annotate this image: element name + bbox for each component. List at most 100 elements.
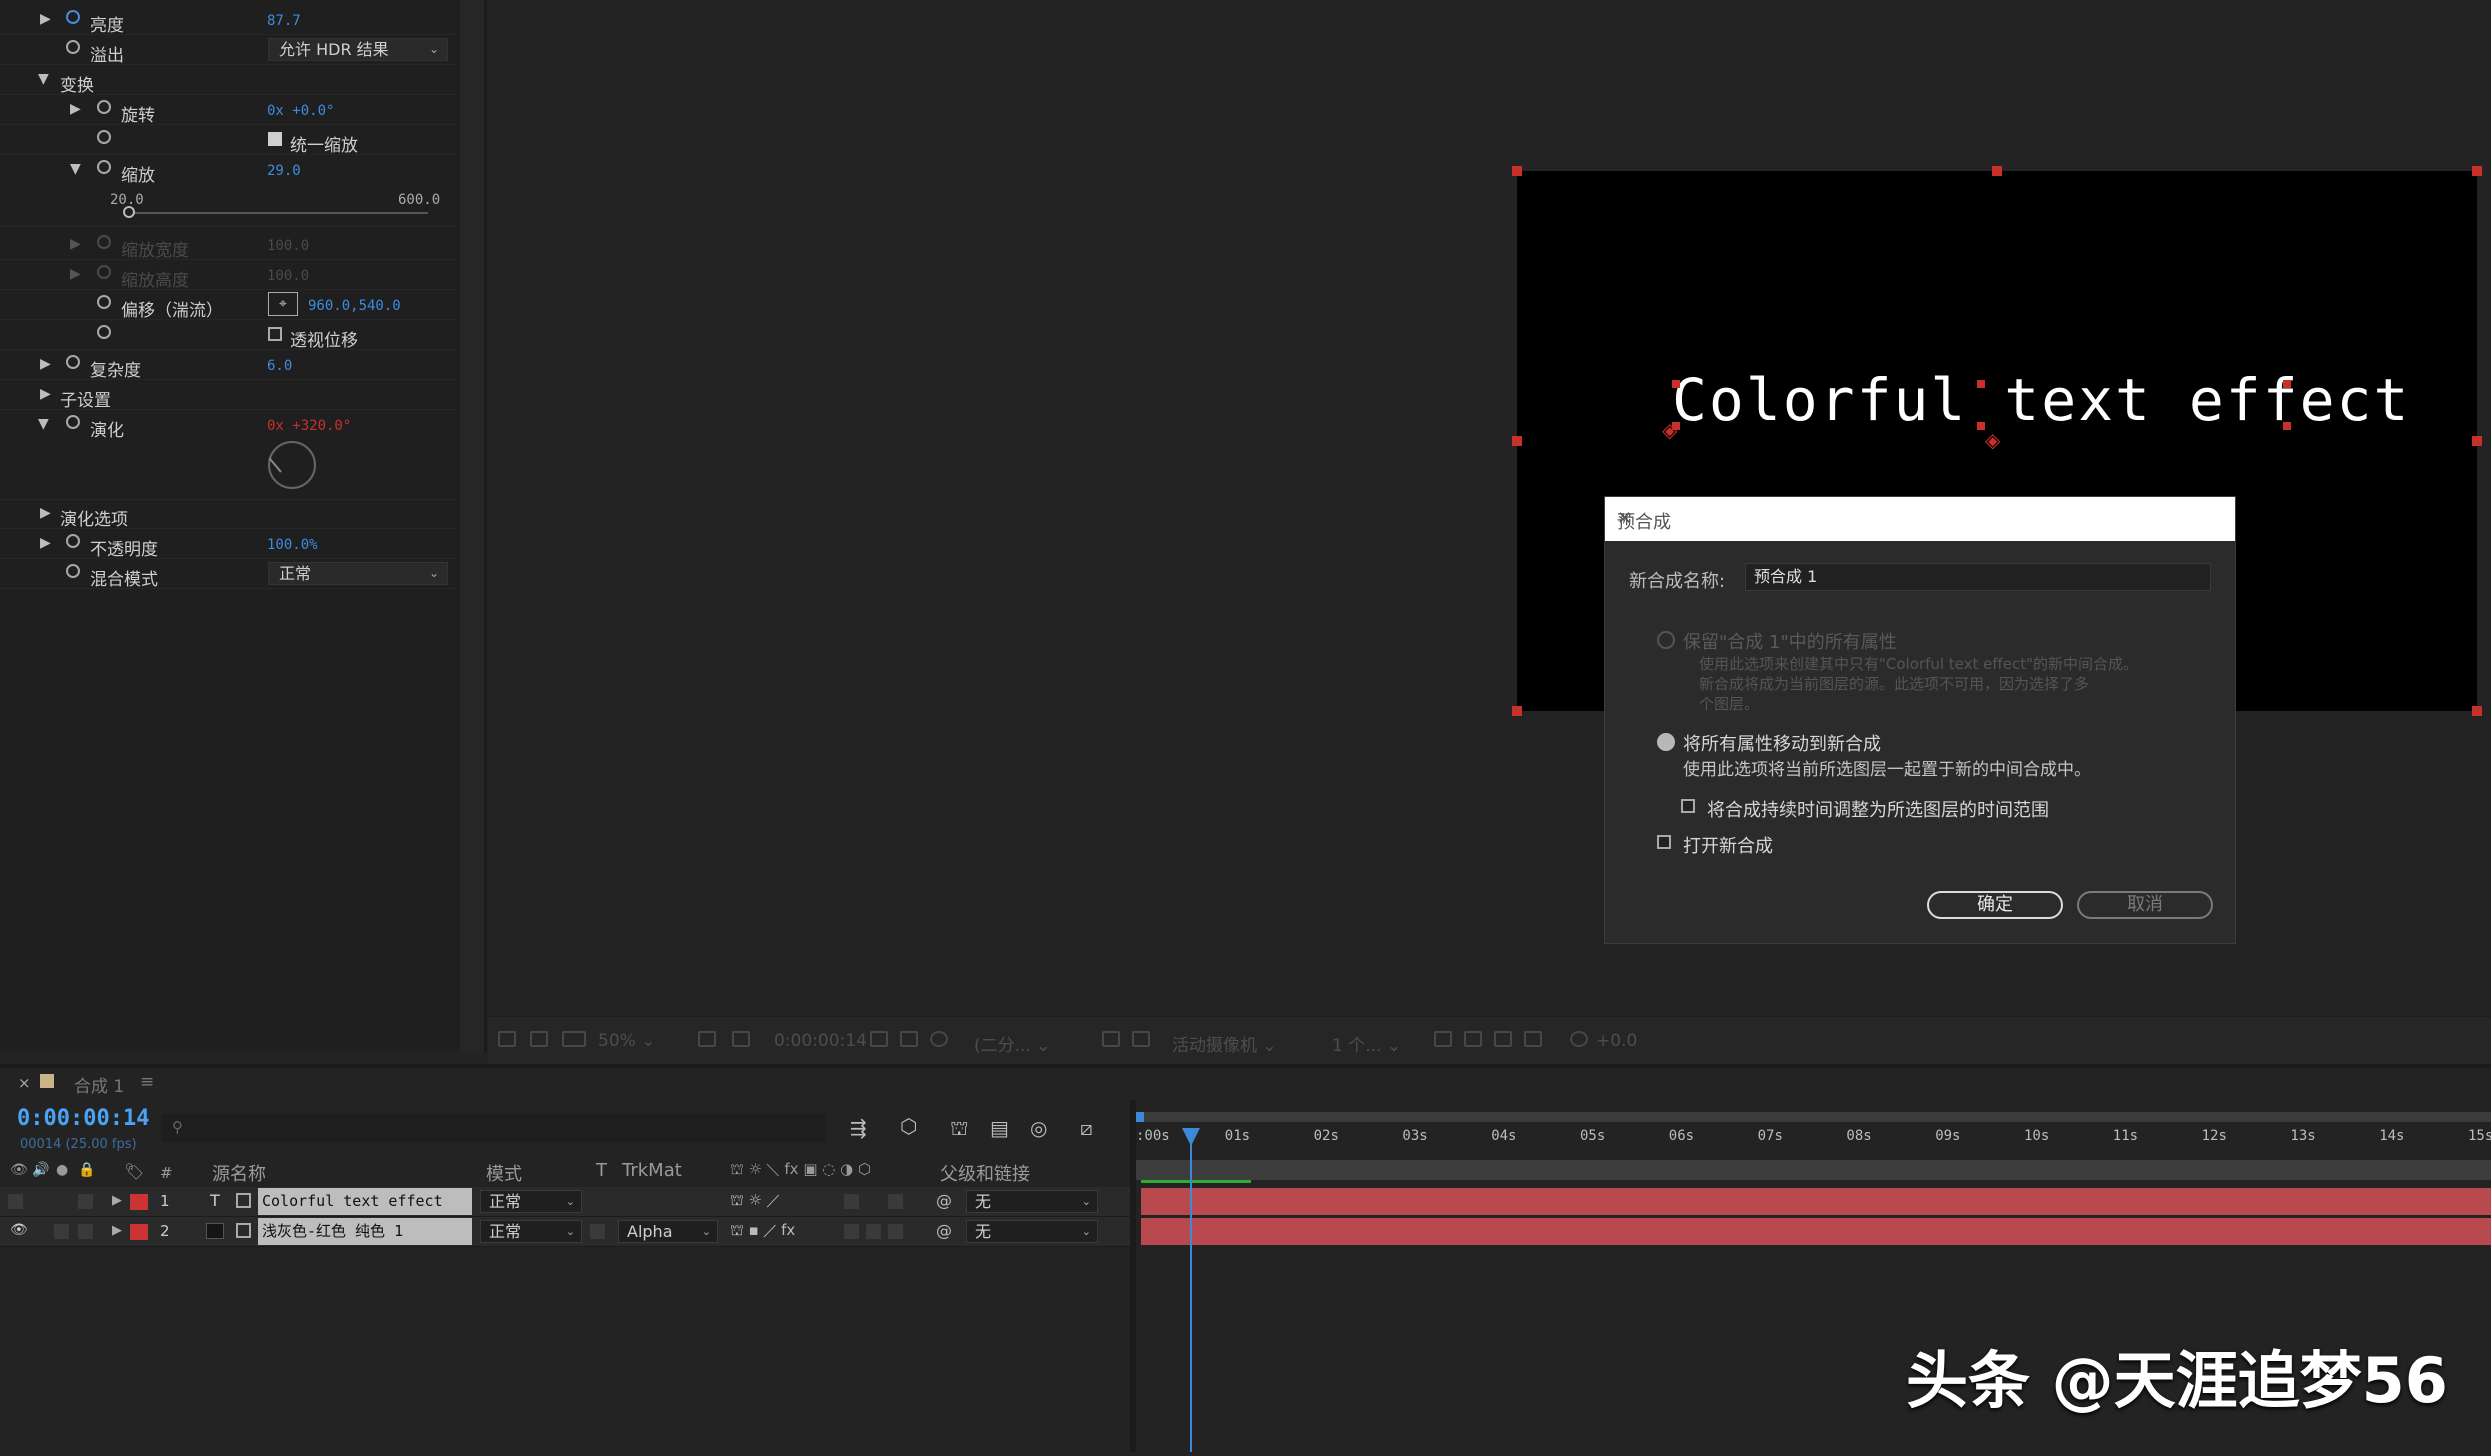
text-handle[interactable]	[1672, 380, 1680, 388]
scale-value[interactable]: 29.0	[267, 163, 301, 179]
close-tab-icon[interactable]: ×	[18, 1074, 31, 1092]
region-of-interest-icon[interactable]	[1102, 1031, 1120, 1047]
mask-icon[interactable]	[562, 1031, 586, 1047]
eye-icon[interactable]: 👁	[10, 1222, 28, 1238]
group-sub-settings[interactable]: ▶ 子设置	[0, 379, 456, 411]
zoom-dropdown[interactable]: 50% ⌄	[598, 1031, 655, 1051]
layer-search-input[interactable]: ⚲	[162, 1114, 826, 1142]
brightness-value[interactable]: 87.7	[267, 13, 301, 29]
grid-icon[interactable]	[732, 1031, 750, 1047]
layer-duration-bar[interactable]	[1141, 1218, 2491, 1245]
current-timecode[interactable]: 0:00:00:14	[17, 1106, 149, 1131]
text-handle[interactable]	[1977, 380, 1985, 388]
stopwatch-icon[interactable]	[97, 100, 111, 114]
property-complexity[interactable]: ▶ 复杂度 6.0	[0, 349, 456, 381]
panel-scrollbar[interactable]	[460, 0, 487, 1052]
graph-editor-icon[interactable]: ⧄	[1080, 1116, 1093, 1140]
property-uniform-scale[interactable]: 统一缩放	[0, 124, 456, 156]
evolution-value[interactable]: 0x +320.0°	[267, 418, 351, 434]
text-handle[interactable]	[1977, 422, 1985, 430]
color-channel-icon[interactable]	[930, 1031, 948, 1047]
collapse-triangle-icon[interactable]: ▼	[38, 416, 49, 432]
stopwatch-icon[interactable]	[66, 534, 80, 548]
expand-triangle-icon[interactable]: ▶	[70, 236, 81, 252]
layer-label-color[interactable]	[130, 1224, 148, 1240]
monitor-icon[interactable]	[530, 1031, 548, 1047]
column-trkmat[interactable]: TrkMat	[622, 1160, 682, 1181]
option-move-attributes-radio[interactable]	[1657, 733, 1675, 751]
layer-mode-dropdown[interactable]: 正常 ⌄	[480, 1220, 582, 1243]
property-scale[interactable]: ▼ 缩放 29.0 20.0 600.0	[0, 154, 456, 227]
text-handle[interactable]	[2283, 422, 2291, 430]
bounding-handle[interactable]	[1512, 166, 1522, 176]
exposure-value[interactable]: +0.0	[1596, 1031, 1637, 1051]
work-area-start[interactable]	[1136, 1112, 1144, 1122]
stopwatch-icon[interactable]	[66, 355, 80, 369]
collapse-triangle-icon[interactable]: ▼	[38, 71, 49, 87]
offset-value[interactable]: 960.0,540.0	[308, 298, 401, 314]
layer-duration-bar[interactable]	[1141, 1188, 2491, 1215]
switch-cell[interactable]	[888, 1194, 903, 1209]
stopwatch-icon[interactable]	[97, 160, 111, 174]
blend-mode-dropdown[interactable]: 正常 ⌄	[268, 562, 448, 585]
close-icon[interactable]: ✕	[1617, 508, 2221, 529]
scale-slider-track[interactable]	[124, 212, 428, 214]
property-brightness[interactable]: ▶ 亮度 87.7	[0, 4, 456, 36]
new-comp-name-input[interactable]: 预合成 1	[1745, 563, 2211, 591]
stopwatch-icon[interactable]	[97, 325, 111, 339]
expand-triangle-icon[interactable]: ▶	[40, 11, 51, 27]
tab-comp-1[interactable]: 合成 1	[74, 1072, 124, 1097]
property-opacity[interactable]: ▶ 不透明度 100.0%	[0, 528, 456, 560]
stopwatch-icon[interactable]	[97, 130, 111, 144]
expand-triangle-icon[interactable]: ▶	[40, 356, 51, 372]
viewer-timecode[interactable]: 0:00:00:14	[774, 1031, 867, 1051]
bounding-handle[interactable]	[2472, 706, 2482, 716]
work-area-bar[interactable]	[1136, 1112, 2491, 1122]
playhead-line[interactable]	[1190, 1128, 1192, 1452]
exposure-icon[interactable]	[1570, 1031, 1588, 1047]
layer-switches-icons[interactable]: ⛫ ▪ ⟋ fx	[730, 1221, 795, 1241]
property-offset[interactable]: 偏移（湍流） ⌖ 960.0,540.0	[0, 289, 456, 321]
bounding-handle[interactable]	[2472, 166, 2482, 176]
flowchart-icon[interactable]	[1524, 1031, 1542, 1047]
layer-switches-icons[interactable]: ⛫ ☼ ⟋	[730, 1191, 780, 1211]
comp-mini-flowchart-icon[interactable]: ⇶	[850, 1116, 867, 1140]
parent-dropdown[interactable]: 无 ⌄	[966, 1190, 1098, 1213]
anchor-point-icon[interactable]: ◈	[1662, 418, 1677, 442]
column-parent[interactable]: 父级和链接	[940, 1160, 1030, 1186]
expand-triangle-icon[interactable]: ▶	[40, 386, 51, 402]
property-blend-mode[interactable]: 混合模式 正常 ⌄	[0, 558, 456, 590]
visibility-toggle[interactable]	[8, 1194, 23, 1209]
pick-whip-icon[interactable]: @	[936, 1221, 952, 1240]
stopwatch-icon[interactable]	[66, 40, 80, 54]
resolution-dropdown[interactable]: (二分... ⌄	[974, 1031, 1051, 1056]
views-dropdown[interactable]: 1 个... ⌄	[1332, 1031, 1401, 1056]
parent-dropdown[interactable]: 无 ⌄	[966, 1220, 1098, 1243]
camera-snapshot-icon[interactable]	[870, 1031, 888, 1047]
bounding-handle[interactable]	[1992, 166, 2002, 176]
perspective-offset-checkbox[interactable]	[268, 327, 282, 341]
switch-cell[interactable]	[866, 1224, 881, 1239]
column-source-name[interactable]: 源名称	[212, 1160, 266, 1186]
fast-preview-icon[interactable]	[1464, 1031, 1482, 1047]
property-rotation[interactable]: ▶ 旋转 0x +0.0°	[0, 94, 456, 126]
scale-slider-knob[interactable]	[122, 206, 135, 218]
shy-layers-icon[interactable]: ⛫	[950, 1116, 968, 1143]
lock-toggle[interactable]	[78, 1194, 93, 1209]
expand-triangle-icon[interactable]: ▶	[112, 1223, 122, 1238]
stopwatch-icon[interactable]	[66, 564, 80, 578]
ok-button[interactable]: 确定	[1927, 891, 2063, 919]
bounding-handle[interactable]	[1512, 436, 1522, 446]
opacity-value[interactable]: 100.0%	[267, 537, 318, 553]
layer-mode-dropdown[interactable]: 正常 ⌄	[480, 1190, 582, 1213]
toggle-pixel-icon[interactable]	[1434, 1031, 1452, 1047]
expand-triangle-icon[interactable]: ▶	[112, 1193, 122, 1208]
preserve-transparency-toggle[interactable]	[590, 1224, 605, 1239]
show-snapshot-icon[interactable]	[900, 1031, 918, 1047]
solo-toggle[interactable]	[54, 1224, 69, 1239]
timeline-divider[interactable]	[1130, 1100, 1136, 1452]
expand-triangle-icon[interactable]: ▶	[40, 505, 51, 521]
camera-dropdown[interactable]: 活动摄像机 ⌄	[1172, 1031, 1277, 1056]
column-mode[interactable]: 模式	[486, 1160, 522, 1186]
crosshair-icon[interactable]: ⌖	[268, 292, 298, 316]
